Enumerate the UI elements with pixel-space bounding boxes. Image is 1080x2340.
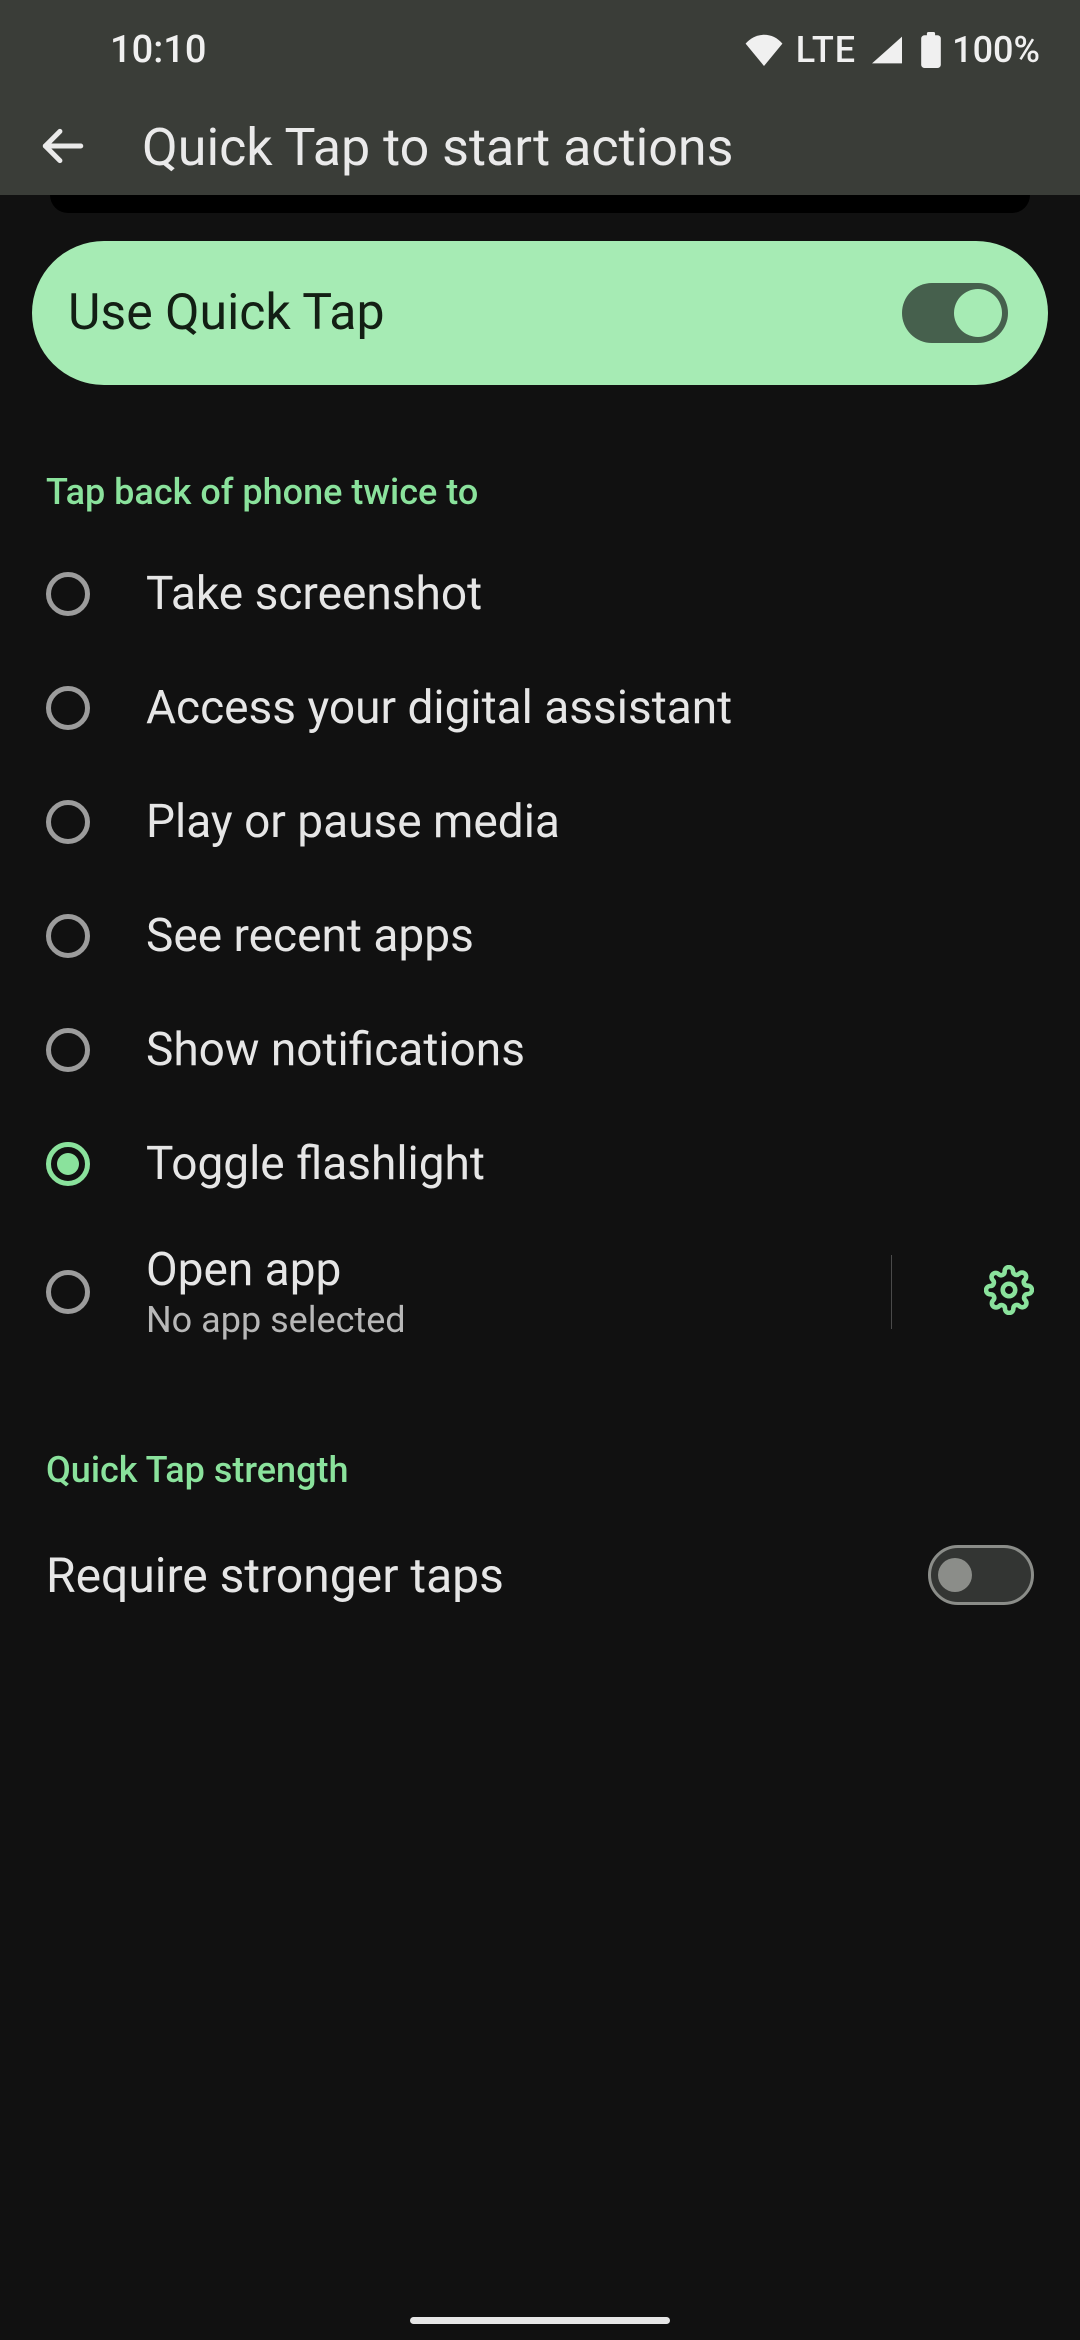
radio-icon xyxy=(46,686,90,730)
content: Use Quick Tap Tap back of phone twice to… xyxy=(0,195,1080,1605)
require-stronger-taps-label: Require stronger taps xyxy=(46,1547,504,1604)
status-icons: LTE 100% xyxy=(744,29,1040,71)
network-label: LTE xyxy=(796,29,856,71)
switch-thumb-icon xyxy=(938,1558,972,1592)
partial-card-edge xyxy=(50,195,1030,213)
radio-sublabel: No app selected xyxy=(146,1299,819,1341)
require-stronger-taps-switch[interactable] xyxy=(928,1545,1034,1605)
use-quick-tap-label: Use Quick Tap xyxy=(68,284,385,342)
radio-option-show-notifications[interactable]: Show notifications xyxy=(0,993,1080,1107)
radio-icon xyxy=(46,800,90,844)
radio-label: Take screenshot xyxy=(146,567,1034,621)
nav-indicator xyxy=(410,2317,670,2324)
radio-label: Show notifications xyxy=(146,1023,1034,1077)
radio-option-play-pause-media[interactable]: Play or pause media xyxy=(0,765,1080,879)
radio-icon xyxy=(46,1028,90,1072)
battery-icon xyxy=(920,32,942,68)
radio-option-digital-assistant[interactable]: Access your digital assistant xyxy=(0,651,1080,765)
divider xyxy=(891,1255,892,1329)
gear-icon xyxy=(984,1265,1034,1319)
radio-option-take-screenshot[interactable]: Take screenshot xyxy=(0,537,1080,651)
signal-icon xyxy=(870,35,904,65)
arrow-left-icon xyxy=(37,121,87,175)
page-title: Quick Tap to start actions xyxy=(142,117,733,178)
battery-text: 100% xyxy=(952,29,1040,71)
radio-label: Access your digital assistant xyxy=(146,681,1034,735)
require-stronger-taps-row[interactable]: Require stronger taps xyxy=(0,1515,1080,1605)
radio-option-recent-apps[interactable]: See recent apps xyxy=(0,879,1080,993)
radio-label: Play or pause media xyxy=(146,795,1034,849)
radio-option-open-app[interactable]: Open app No app selected xyxy=(0,1221,1080,1363)
radio-option-toggle-flashlight[interactable]: Toggle flashlight xyxy=(0,1107,1080,1221)
radio-icon xyxy=(46,572,90,616)
section-header-strength: Quick Tap strength xyxy=(0,1363,1080,1515)
status-bar: 10:10 LTE 100% xyxy=(0,0,1080,100)
status-time: 10:10 xyxy=(110,28,206,72)
open-app-settings-button[interactable] xyxy=(984,1265,1034,1319)
app-bar: Quick Tap to start actions xyxy=(0,100,1080,195)
radio-label: Toggle flashlight xyxy=(146,1137,1034,1191)
radio-icon xyxy=(46,914,90,958)
section-header-actions: Tap back of phone twice to xyxy=(0,385,1080,537)
radio-label: Open app xyxy=(146,1243,819,1297)
back-button[interactable] xyxy=(30,116,94,180)
radio-icon xyxy=(46,1142,90,1186)
radio-label: See recent apps xyxy=(146,909,1034,963)
use-quick-tap-toggle-row[interactable]: Use Quick Tap xyxy=(32,241,1048,385)
wifi-icon xyxy=(744,34,784,66)
radio-icon xyxy=(46,1270,90,1314)
switch-thumb-icon xyxy=(954,289,1002,337)
use-quick-tap-switch[interactable] xyxy=(902,283,1008,343)
